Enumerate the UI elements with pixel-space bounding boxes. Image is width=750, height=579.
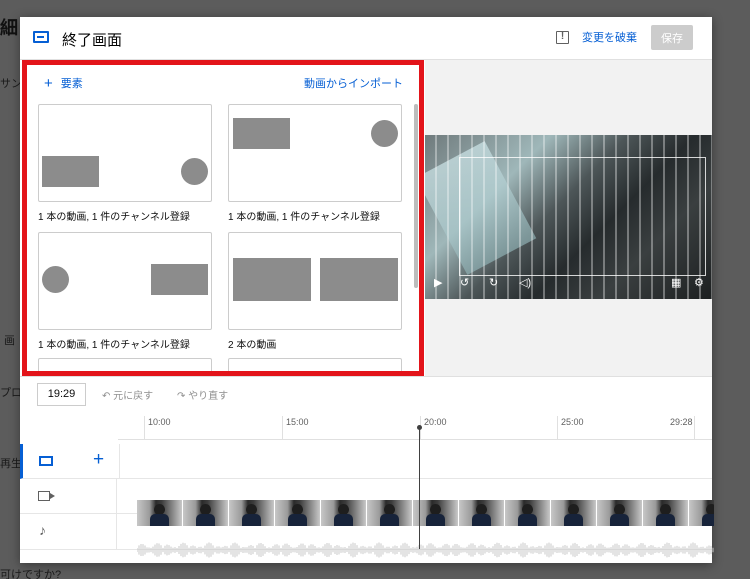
- panel-scrollbar[interactable]: [414, 104, 418, 288]
- ruler-tick-label: 10:00: [148, 417, 171, 427]
- video-clip-thumbnail: [643, 500, 689, 526]
- video-clip-thumbnail: [367, 500, 413, 526]
- add-element-label: 要素: [60, 78, 83, 90]
- redo-label: やり直す: [188, 391, 229, 402]
- dialog-title: 終了画面: [62, 32, 123, 49]
- video-clip-thumbnail: [229, 500, 275, 526]
- current-time-field[interactable]: 19:29: [37, 383, 86, 406]
- ruler-baseline: [118, 439, 712, 440]
- video-clip-thumbnail: [597, 500, 643, 526]
- track-header: [20, 479, 117, 513]
- undo-label: 元に戻す: [113, 391, 154, 402]
- ruler-tick: [144, 416, 145, 440]
- video-clip-thumbnail: [183, 500, 229, 526]
- subscribe-element-placeholder: [371, 120, 398, 147]
- redo-icon: ↷: [177, 391, 189, 402]
- video-element-placeholder: [320, 258, 398, 301]
- template-card[interactable]: [228, 104, 402, 202]
- ruler-tick-label: 20:00: [424, 417, 447, 427]
- rewind-10-icon[interactable]: ↺: [460, 277, 469, 289]
- ruler-tick-label: 25:00: [561, 417, 584, 427]
- video-element-placeholder: [233, 258, 311, 301]
- import-from-video-link[interactable]: 動画からインポート: [304, 75, 403, 91]
- video-clip-thumbnail: [275, 500, 321, 526]
- track-header: ♪: [20, 514, 117, 549]
- endscreen-track[interactable]: +: [20, 444, 712, 479]
- forward-10-icon[interactable]: ↻: [489, 277, 498, 289]
- template-label: 1 本の動画, 1 件のチャンネル登録: [38, 212, 190, 223]
- video-clip-thumbnail: [689, 500, 714, 526]
- background-text-fragment: 可けですか?: [0, 569, 62, 579]
- video-clip-thumbnail: [551, 500, 597, 526]
- timeline-divider: [20, 376, 712, 377]
- ruler-tick: [557, 416, 558, 440]
- video-camera-icon: [38, 491, 55, 501]
- template-label: 1 本の動画, 1 件のチャンネル登録: [38, 340, 190, 351]
- template-label: 2 本の動画: [228, 340, 277, 351]
- subscribe-element-placeholder: [181, 158, 208, 185]
- subscribe-element-placeholder: [42, 266, 69, 293]
- track-header: +: [23, 444, 120, 478]
- plus-icon[interactable]: +: [93, 449, 104, 471]
- ruler-tick: [282, 416, 283, 440]
- background-title-fragment: 細: [0, 18, 18, 38]
- ruler-tick-label: 29:28: [670, 417, 693, 427]
- video-element-placeholder: [233, 118, 290, 149]
- ruler-tick-label: 15:00: [286, 417, 309, 427]
- template-card[interactable]: [38, 358, 212, 376]
- video-clip-thumbnail: [321, 500, 367, 526]
- video-clip-thumbnail: [459, 500, 505, 526]
- video-clip-strip[interactable]: [137, 500, 714, 526]
- video-clip-thumbnail: [505, 500, 551, 526]
- music-note-icon: ♪: [39, 522, 46, 538]
- endscreen-icon: [39, 456, 53, 466]
- video-preview[interactable]: ▶ ↺ ↻ ◁) ▦ ⚙: [425, 135, 712, 299]
- background-text-fragment: サン: [0, 78, 22, 90]
- background-text-fragment: 再生: [0, 458, 22, 470]
- video-element-placeholder: [151, 264, 208, 295]
- waveform-path: [137, 542, 714, 558]
- save-button[interactable]: 保存: [651, 25, 693, 50]
- end-screen-dialog: 終了画面 ! 変更を破棄 保存 + 要素 動画からインポート 1 本の動画, 1 …: [20, 17, 714, 563]
- settings-gear-icon[interactable]: ⚙: [694, 277, 704, 289]
- template-card[interactable]: [228, 358, 402, 376]
- video-element-placeholder: [42, 156, 99, 187]
- feedback-icon[interactable]: !: [556, 31, 569, 44]
- template-card[interactable]: [38, 232, 212, 330]
- safe-area-frame: [459, 157, 706, 276]
- grid-icon[interactable]: ▦: [671, 277, 681, 289]
- add-element-button[interactable]: + 要素: [44, 75, 83, 92]
- audio-waveform[interactable]: [137, 537, 714, 563]
- ruler-tick: [694, 416, 695, 440]
- play-icon[interactable]: ▶: [434, 277, 442, 289]
- plus-icon: +: [44, 75, 53, 92]
- undo-button[interactable]: ↶ 元に戻す: [102, 387, 153, 402]
- dialog-header: 終了画面 ! 変更を破棄 保存: [20, 17, 712, 60]
- element-picker-panel: + 要素 動画からインポート 1 本の動画, 1 件のチャンネル登録 1 本の動画…: [24, 60, 424, 376]
- template-label: 1 本の動画, 1 件のチャンネル登録: [228, 212, 380, 223]
- undo-icon: ↶: [102, 391, 114, 402]
- volume-icon[interactable]: ◁): [519, 277, 531, 289]
- video-clip-thumbnail: [137, 500, 183, 526]
- redo-button[interactable]: ↷ やり直す: [177, 387, 228, 402]
- playhead[interactable]: [419, 427, 420, 549]
- endscreen-icon: [33, 31, 49, 43]
- video-controls: ▶ ↺ ↻ ◁) ▦ ⚙: [425, 273, 712, 299]
- background-text-fragment: 画: [4, 335, 15, 347]
- playhead-handle[interactable]: [417, 425, 422, 430]
- template-card[interactable]: [38, 104, 212, 202]
- template-card[interactable]: [228, 232, 402, 330]
- discard-changes-button[interactable]: 変更を破棄: [582, 29, 637, 45]
